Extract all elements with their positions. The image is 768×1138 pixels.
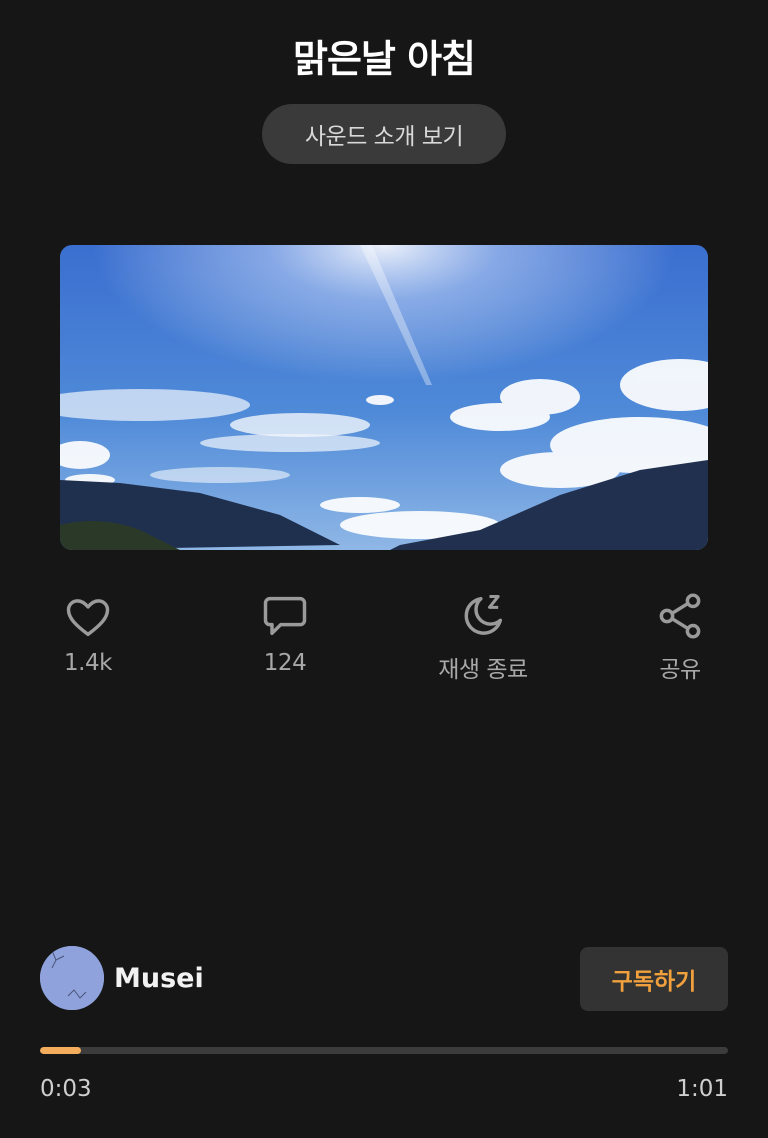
comment-button[interactable]: 124 <box>205 590 365 676</box>
comment-count: 124 <box>263 650 307 676</box>
cover-image <box>60 245 708 550</box>
progress-bar[interactable] <box>40 1047 728 1054</box>
action-bar: 1.4k 124 재생 종료 공유 <box>0 590 768 690</box>
heart-icon <box>66 599 110 637</box>
avatar[interactable] <box>40 946 104 1010</box>
progress-fill <box>40 1047 82 1054</box>
like-count: 1.4k <box>64 650 112 676</box>
sleep-timer-button[interactable]: 재생 종료 <box>403 590 563 684</box>
sound-intro-button[interactable]: 사운드 소개 보기 <box>262 104 506 164</box>
page-title: 맑은날 아침 <box>292 37 476 81</box>
moon-icon <box>464 594 503 635</box>
like-button[interactable]: 1.4k <box>8 590 168 676</box>
creator-profile[interactable]: Musei <box>40 946 204 1010</box>
comment-icon <box>263 596 307 636</box>
total-time: 1:01 <box>676 1076 728 1102</box>
subscribe-button[interactable]: 구독하기 <box>580 947 728 1011</box>
sleep-timer-label: 재생 종료 <box>438 657 528 683</box>
share-icon <box>659 593 701 639</box>
share-label: 공유 <box>659 657 701 683</box>
creator-name[interactable]: Musei <box>114 963 204 994</box>
share-button[interactable]: 공유 <box>600 590 760 684</box>
current-time: 0:03 <box>40 1076 92 1102</box>
